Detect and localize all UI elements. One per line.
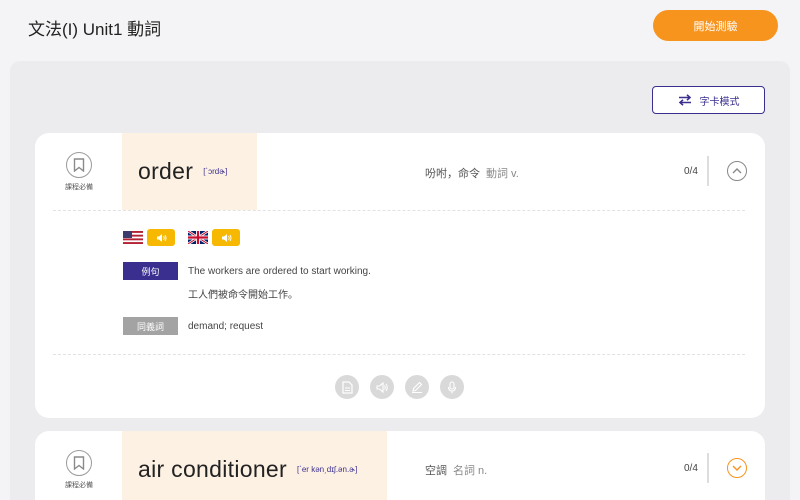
listen-button[interactable] — [370, 375, 394, 399]
bookmark-label: 課程必備 — [65, 482, 93, 489]
synonym-tag: 同義詞 — [123, 317, 178, 335]
uk-audio-button[interactable] — [212, 229, 240, 246]
swap-icon — [678, 94, 691, 106]
pencil-icon — [412, 381, 423, 393]
record-button[interactable] — [440, 375, 464, 399]
microphone-icon — [447, 380, 457, 393]
divider — [707, 453, 709, 483]
speaker-icon — [375, 381, 388, 393]
phonetic-text: [ˋer kən͵dɪʃ.ən.ɚ] — [296, 465, 358, 474]
meaning-text: 空調 — [425, 465, 447, 477]
word-text: air conditioner — [138, 456, 287, 482]
note-button[interactable] — [335, 375, 359, 399]
word-meaning: 空調 名詞 n. — [425, 462, 487, 478]
phonetic-text: [ˋɔrdɚ] — [203, 167, 228, 176]
chevron-up-icon — [732, 168, 742, 174]
write-button[interactable] — [405, 375, 429, 399]
chevron-down-icon — [732, 465, 742, 471]
speaker-icon — [221, 233, 231, 242]
word-text: order — [138, 158, 194, 184]
us-audio-button[interactable] — [147, 229, 175, 246]
expand-button[interactable] — [727, 458, 747, 478]
part-of-speech: 名詞 n. — [453, 465, 488, 477]
start-test-button[interactable]: 開始測驗 — [653, 10, 778, 41]
separator — [53, 210, 745, 211]
meaning-text: 吩咐，命令 — [425, 168, 480, 180]
flashcard-mode-button[interactable]: 字卡模式 — [652, 86, 765, 114]
note-icon — [341, 380, 353, 394]
uk-flag-icon — [188, 231, 208, 244]
word-box: order [ˋɔrdɚ] — [122, 133, 257, 210]
progress-count: 0/4 — [684, 463, 698, 474]
word-card: 課程必備 air conditioner [ˋer kən͵dɪʃ.ən.ɚ] … — [35, 431, 765, 500]
part-of-speech: 動詞 v. — [486, 168, 519, 180]
example-sentence-en: The workers are ordered to start working… — [188, 266, 371, 277]
bookmark-label: 課程必備 — [65, 184, 93, 191]
speaker-icon — [156, 233, 166, 242]
word-meaning: 吩咐，命令 動詞 v. — [425, 165, 519, 181]
bookmark-toggle[interactable]: 課程必備 — [35, 431, 123, 500]
us-flag-icon — [123, 231, 143, 244]
example-sentence-zh: 工人們被命令開始工作。 — [188, 290, 298, 301]
collapse-button[interactable] — [727, 161, 747, 181]
divider — [707, 156, 709, 186]
separator — [53, 354, 745, 355]
flashcard-mode-label: 字卡模式 — [699, 96, 740, 108]
word-box: air conditioner [ˋer kən͵dɪʃ.ən.ɚ] — [122, 431, 387, 500]
page-title: 文法(I) Unit1 動詞 — [28, 20, 162, 39]
synonym-list: demand; request — [188, 321, 264, 332]
progress-count: 0/4 — [684, 166, 698, 177]
bookmark-toggle[interactable]: 課程必備 — [35, 133, 123, 211]
word-card: 課程必備 order [ˋɔrdɚ] 吩咐，命令 動詞 v. 0/4 例句 Th… — [35, 133, 765, 418]
bookmark-icon — [66, 450, 92, 476]
bookmark-icon — [66, 152, 92, 178]
top-bar: 文法(I) Unit1 動詞 開始測驗 — [0, 0, 800, 52]
example-tag: 例句 — [123, 262, 178, 280]
